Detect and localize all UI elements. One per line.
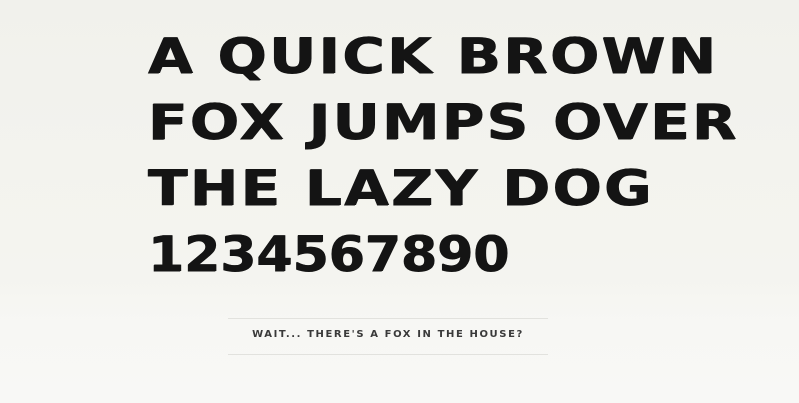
specimen-line-1: A QUICK BROWN [148,28,719,85]
tagline-container: WAIT... THERE'S A FOX IN THE HOUSE? [220,316,556,356]
font-specimen-canvas: A QUICK BROWN FOX JUMPS OVER THE LAZY DO… [0,0,799,403]
specimen-digits-line: 1234567890 [148,226,510,283]
tagline-top-divider [228,318,548,319]
font-specimen-block: A QUICK BROWN FOX JUMPS OVER THE LAZY DO… [148,24,748,288]
specimen-line-3: THE LAZY DOG [148,160,654,217]
tagline-bottom-divider [228,354,548,355]
specimen-line-2: FOX JUMPS OVER [148,94,739,151]
tagline-text: WAIT... THERE'S A FOX IN THE HOUSE? [252,329,524,340]
